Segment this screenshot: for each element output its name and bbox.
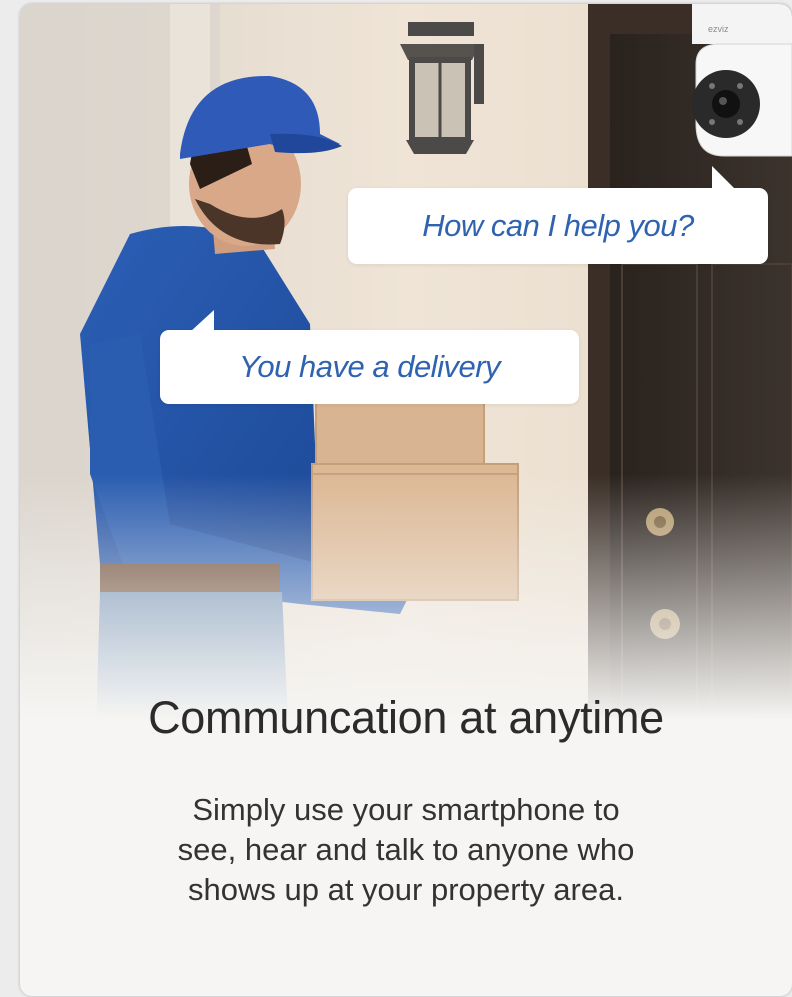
security-camera-icon: ezviz xyxy=(692,4,792,157)
feature-card: ezviz How can I help you? You have a del… xyxy=(20,4,792,996)
description-line: shows up at your property area. xyxy=(188,872,624,907)
camera-speech-bubble: How can I help you? xyxy=(348,166,768,264)
visitor-speech-text: You have a delivery xyxy=(238,349,501,384)
description-line: see, hear and talk to anyone who xyxy=(177,832,635,867)
description-line: Simply use your smartphone to xyxy=(192,792,620,827)
visitor-speech-bubble: You have a delivery xyxy=(160,310,579,404)
hero-illustration: ezviz How can I help you? You have a del… xyxy=(20,4,792,774)
camera-speech-text: How can I help you? xyxy=(422,208,694,243)
feature-description: Simply use your smartphone to see, hear … xyxy=(120,790,692,910)
camera-brand: ezviz xyxy=(708,24,729,34)
feature-title: Communcation at anytime xyxy=(148,692,664,743)
